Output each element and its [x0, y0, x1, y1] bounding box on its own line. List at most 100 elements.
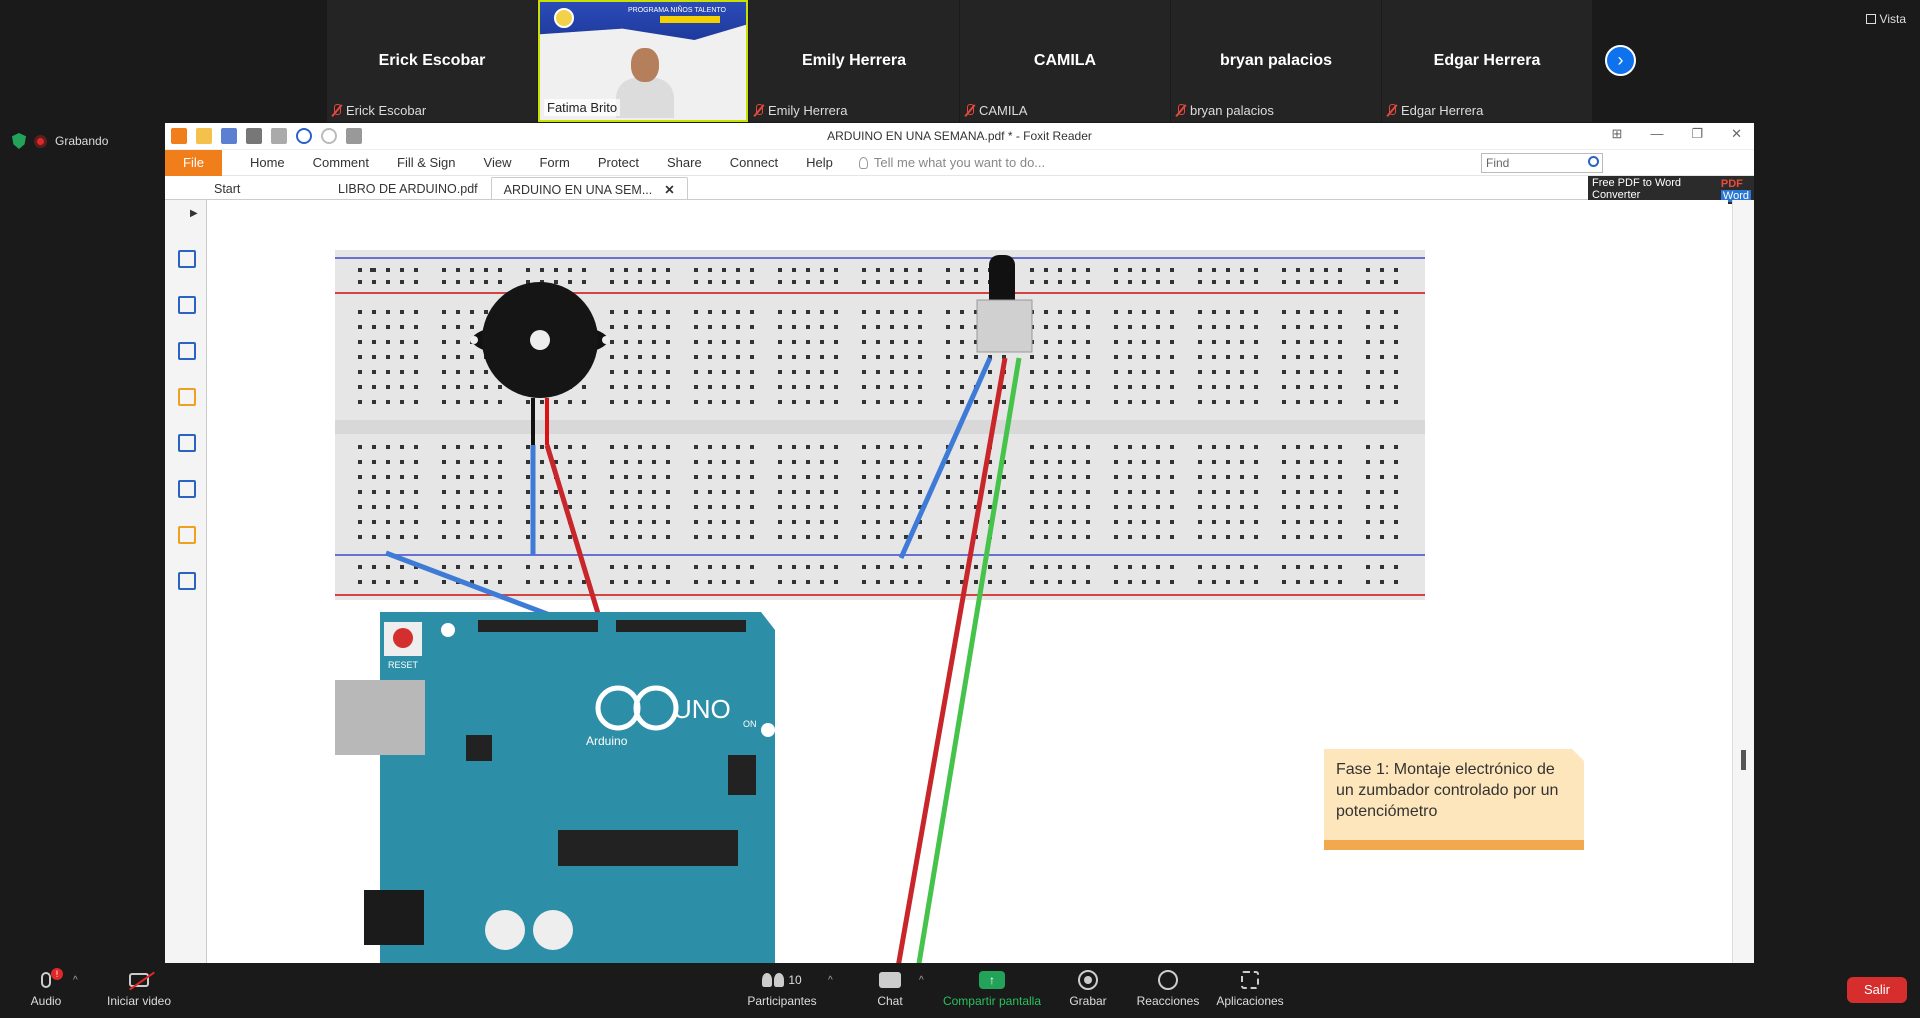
close-icon[interactable]: ✕ — [1731, 126, 1742, 142]
audio-options-caret-icon[interactable]: ^ — [73, 975, 78, 986]
record-button[interactable]: Grabar — [1068, 969, 1108, 1008]
expand-panel-icon[interactable]: ▶ — [190, 208, 198, 219]
certify-icon[interactable] — [178, 572, 196, 590]
menu-view[interactable]: View — [470, 155, 526, 170]
chat-button[interactable]: Chat — [870, 969, 910, 1008]
video-label: Iniciar video — [106, 994, 172, 1008]
participant-label: Edgar Herrera — [1386, 103, 1483, 118]
layers-icon[interactable] — [178, 342, 196, 360]
tell-me-search[interactable]: Tell me what you want to do... — [858, 155, 1045, 170]
leave-button[interactable]: Salir — [1847, 977, 1907, 1003]
power-jack — [364, 890, 424, 945]
bookmarks-icon[interactable] — [178, 250, 196, 268]
share-label: Compartir pantalla — [942, 994, 1042, 1008]
recording-dot-icon — [34, 134, 47, 148]
tab-start[interactable]: Start — [165, 177, 325, 199]
participant-name: CAMILA — [1033, 52, 1097, 69]
vertical-scrollbar[interactable] — [1732, 200, 1754, 963]
banner-text: PROGRAMA NIÑOS TALENTO — [627, 7, 726, 14]
comments-icon[interactable] — [178, 388, 196, 406]
participant-label: Emily Herrera — [753, 103, 847, 118]
tab-label: Start — [214, 182, 241, 196]
potentiometer-body — [976, 299, 1033, 353]
apps-button[interactable]: Aplicaciones — [1214, 969, 1286, 1008]
tab-label: LIBRO DE ARDUINO.pdf — [338, 182, 478, 196]
find-input[interactable]: Find — [1481, 153, 1603, 173]
participants-label: Participantes — [747, 994, 817, 1008]
signatures-icon[interactable] — [178, 480, 196, 498]
tab-libro-de-arduino[interactable]: LIBRO DE ARDUINO.pdf — [325, 177, 491, 199]
chat-icon — [879, 972, 901, 988]
participant-strip: Erick Escobar Erick Escobar PROGRAMA NIÑ… — [327, 0, 1593, 122]
record-label: Grabar — [1069, 994, 1107, 1008]
ribbon-toggle-icon[interactable]: ⊞ — [1612, 126, 1623, 142]
participant-video-person — [616, 48, 674, 118]
video-off-icon — [129, 973, 149, 987]
share-screen-button[interactable]: ↑ Compartir pantalla — [938, 969, 1046, 1008]
tab-arduino-en-una-semana[interactable]: ARDUINO EN UNA SEM... ✕ — [490, 177, 688, 199]
record-icon — [1078, 970, 1098, 990]
microphone-icon: ! — [41, 968, 63, 988]
attachments-icon[interactable] — [178, 434, 196, 452]
scroll-thumb[interactable] — [1741, 750, 1746, 770]
menu-share[interactable]: Share — [653, 155, 716, 170]
audio-alert-badge: ! — [51, 968, 63, 980]
menu-comment[interactable]: Comment — [299, 155, 383, 170]
next-page-arrow-icon[interactable]: › — [1605, 45, 1636, 76]
menu-connect[interactable]: Connect — [716, 155, 792, 170]
restore-icon[interactable]: ❐ — [1691, 126, 1703, 142]
search-icon[interactable] — [1588, 156, 1599, 167]
lightbulb-icon — [858, 156, 868, 169]
participant-tile[interactable]: Edgar Herrera Edgar Herrera — [1382, 0, 1592, 122]
participant-label: Erick Escobar — [331, 103, 426, 118]
menu-form[interactable]: Form — [525, 155, 583, 170]
arduino-board — [380, 612, 775, 963]
participant-label-text: bryan palacios — [1190, 103, 1274, 118]
participant-name: Erick Escobar — [378, 52, 486, 69]
menu-fill-sign[interactable]: Fill & Sign — [383, 155, 470, 170]
muted-mic-icon — [1386, 104, 1397, 117]
reactions-label: Reacciones — [1136, 994, 1200, 1008]
reset-button — [393, 628, 413, 648]
chat-caret-icon[interactable]: ^ — [919, 975, 924, 986]
phase-callout: Fase 1: Montaje electrónico de un zumbad… — [1324, 749, 1584, 850]
audio-button[interactable]: ! Audio — [30, 968, 63, 1008]
participant-name: Edgar Herrera — [1433, 52, 1541, 69]
chat-label: Chat — [877, 994, 903, 1008]
microcontroller-chip — [558, 830, 738, 866]
zoom-window: Erick Escobar Erick Escobar PROGRAMA NIÑ… — [0, 0, 1920, 1018]
muted-mic-icon — [753, 104, 764, 117]
reactions-button[interactable]: Reacciones — [1136, 969, 1200, 1008]
start-video-button[interactable]: Iniciar video — [102, 969, 176, 1008]
participant-video-tile[interactable]: PROGRAMA NIÑOS TALENTO Fatima Brito — [538, 0, 748, 122]
participant-tile[interactable]: CAMILA CAMILA — [960, 0, 1170, 122]
pdf-word-logo: PDF Word — [1720, 178, 1751, 202]
arduino-label: Arduino — [586, 734, 628, 748]
pages-icon[interactable] — [178, 296, 196, 314]
encryption-shield-icon — [12, 133, 26, 149]
banner-stripe — [660, 16, 720, 23]
view-button[interactable]: Vista — [1865, 12, 1906, 26]
menu-help[interactable]: Help — [792, 155, 847, 170]
recording-label: Grabando — [55, 134, 109, 148]
meeting-toolbar: ! Audio ^ Iniciar video 10 Participantes… — [0, 963, 1920, 1018]
on-label: ON — [743, 719, 757, 729]
menu-file[interactable]: File — [165, 149, 222, 176]
pdf-page[interactable]: RESET UNO Arduino ON Fase 1: Montaje ele… — [208, 200, 1728, 963]
close-tab-icon[interactable]: ✕ — [664, 183, 674, 197]
menu-protect[interactable]: Protect — [584, 155, 653, 170]
minimize-icon[interactable]: — — [1650, 126, 1663, 142]
participant-tile[interactable]: Emily Herrera Emily Herrera — [749, 0, 959, 122]
participant-name: bryan palacios — [1219, 52, 1333, 69]
menu-home[interactable]: Home — [236, 155, 299, 170]
participant-label-text: Erick Escobar — [346, 103, 427, 118]
participant-tile[interactable]: bryan palacios bryan palacios — [1171, 0, 1381, 122]
document-tabs: Start LIBRO DE ARDUINO.pdf ARDUINO EN UN… — [165, 176, 1754, 204]
participant-label: bryan palacios — [1175, 103, 1274, 118]
window-controls: ⊞ — ❐ ✕ — [1612, 126, 1742, 142]
participant-tile[interactable]: Erick Escobar Erick Escobar — [327, 0, 537, 122]
participants-caret-icon[interactable]: ^ — [828, 975, 833, 986]
participant-name: Emily Herrera — [801, 52, 907, 69]
security-lock-icon[interactable] — [178, 526, 196, 544]
participants-button[interactable]: 10 Participantes — [742, 969, 822, 1008]
